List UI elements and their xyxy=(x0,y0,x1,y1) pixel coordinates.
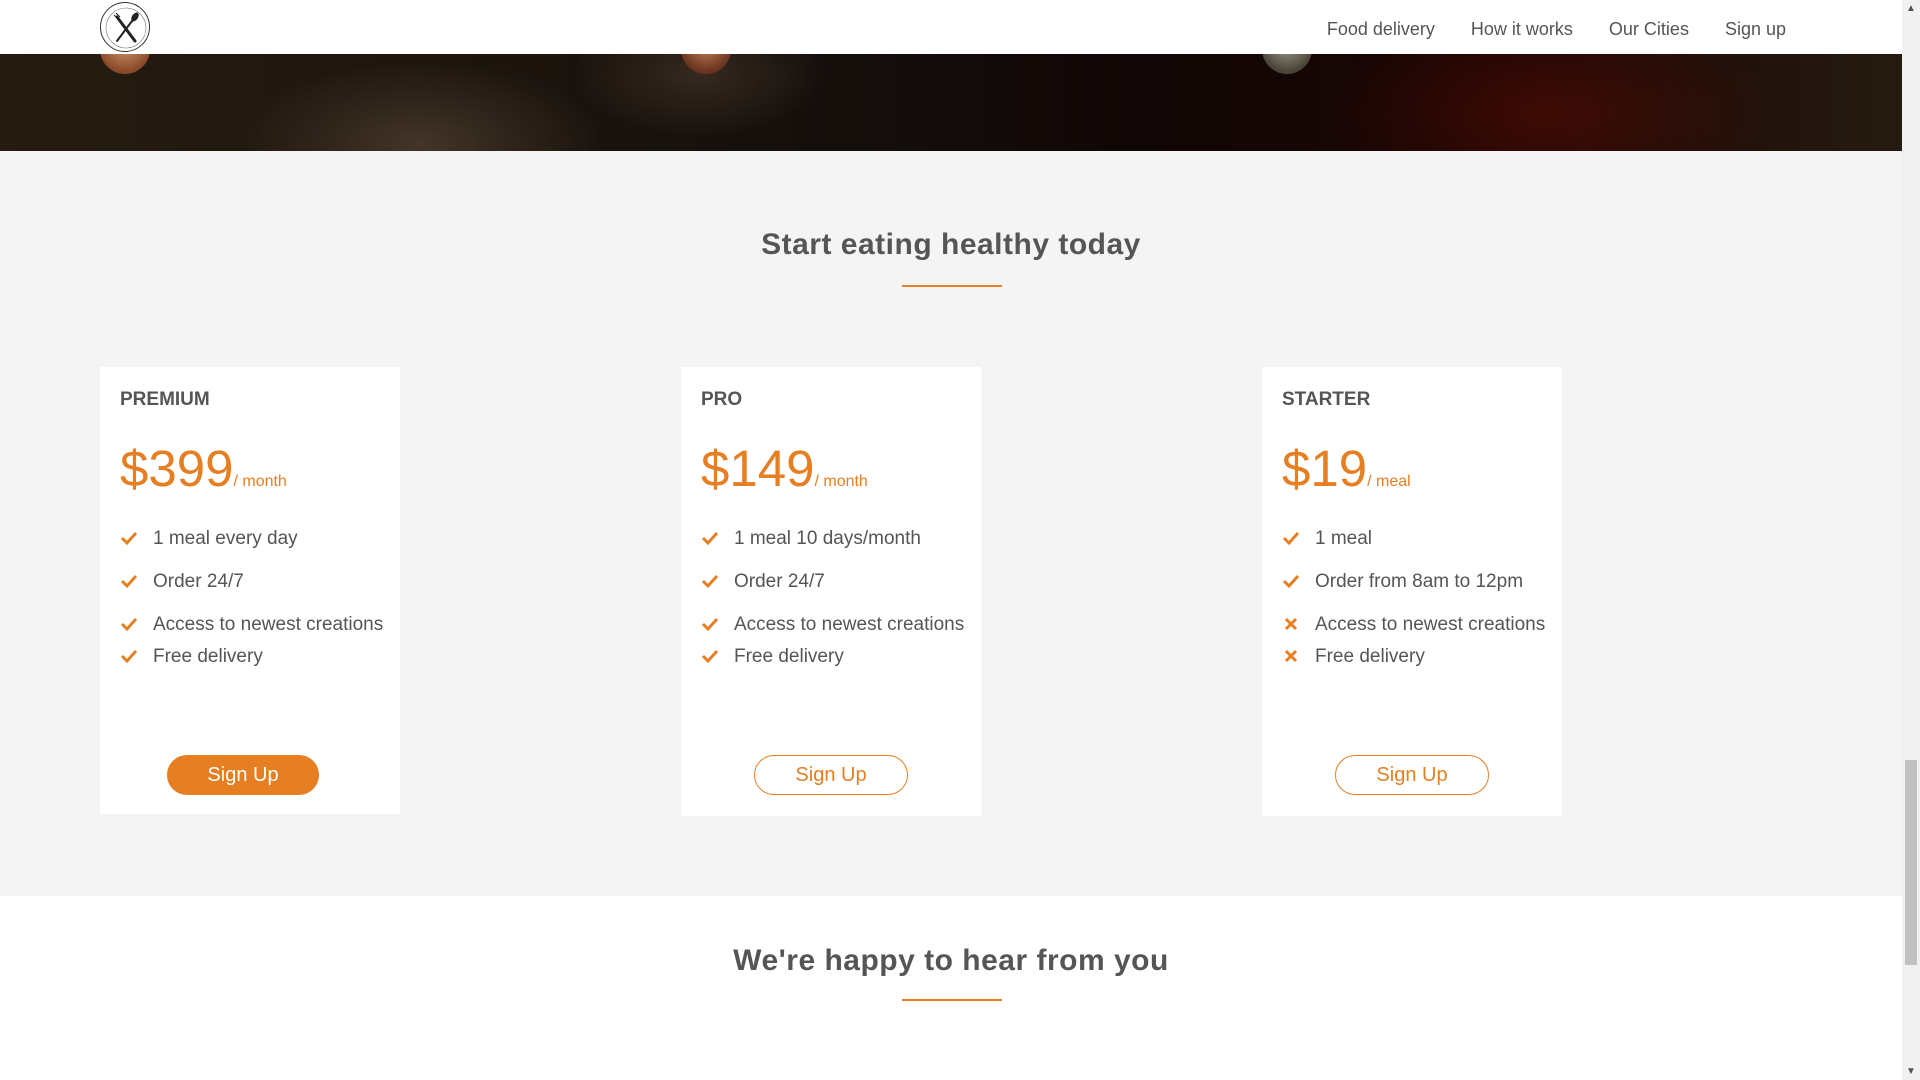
plan-feature-list: 1 meal every day Order 24/7 Access to ne… xyxy=(120,527,390,688)
plan-feature-text: Order from 8am to 12pm xyxy=(1315,571,1524,592)
checkmark-icon xyxy=(701,649,719,664)
cross-icon xyxy=(1284,649,1298,663)
plan-feature: Free delivery xyxy=(120,645,390,668)
plan-feature: Access to newest creations xyxy=(1282,613,1552,636)
checkmark-icon xyxy=(1282,574,1300,589)
plan-feature-text: Access to newest creations xyxy=(1315,614,1546,635)
plan-feature: Access to newest creations xyxy=(701,613,971,636)
starter-sign-up-button[interactable]: Sign Up xyxy=(1335,755,1489,795)
checkmark-icon xyxy=(120,617,138,632)
nav-link-food-delivery[interactable]: Food delivery xyxy=(1327,19,1435,40)
plan-price: $19/ meal xyxy=(1282,439,1411,498)
plan-feature: 1 meal every day xyxy=(120,527,390,550)
nav-link-our-cities[interactable]: Our Cities xyxy=(1609,19,1689,40)
plan-name: PRO xyxy=(701,389,743,410)
checkmark-icon xyxy=(120,531,138,546)
plan-feature-list: 1 meal Order from 8am to 12pm Access to … xyxy=(1282,527,1552,688)
plan-feature: Order from 8am to 12pm xyxy=(1282,570,1552,593)
plan-feature: Access to newest creations xyxy=(120,613,390,636)
testimonials-background-image xyxy=(0,54,1902,151)
plan-feature: Order 24/7 xyxy=(701,570,971,593)
nav-link-how-it-works[interactable]: How it works xyxy=(1471,19,1573,40)
nav-link-sign-up[interactable]: Sign up xyxy=(1725,19,1786,40)
plan-feature-text: 1 meal xyxy=(1315,528,1373,549)
plan-feature: 1 meal 10 days/month xyxy=(701,527,971,550)
plan-feature-text: Order 24/7 xyxy=(734,571,825,592)
main-nav: Food delivery How it works Our Cities Si… xyxy=(1327,0,1786,58)
checkmark-icon xyxy=(1282,531,1300,546)
plan-feature-list: 1 meal 10 days/month Order 24/7 Access t… xyxy=(701,527,971,688)
contact-section-title: We're happy to hear from you xyxy=(733,944,1169,977)
title-underline xyxy=(902,285,1002,287)
plan-price-amount: $19 xyxy=(1282,440,1368,497)
plans-section-title: Start eating healthy today xyxy=(761,228,1141,261)
scroll-down-arrow-icon[interactable]: ▼ xyxy=(1902,1063,1920,1080)
plan-feature-text: Free delivery xyxy=(1315,646,1425,667)
fork-knife-logo-icon[interactable] xyxy=(100,2,150,52)
plan-card-premium: PREMIUM $399/ month 1 meal every day Ord… xyxy=(100,367,400,814)
plan-card-starter: STARTER $19/ meal 1 meal Order from 8am … xyxy=(1262,367,1562,816)
plan-feature-text: Access to newest creations xyxy=(153,614,384,635)
checkmark-icon xyxy=(701,574,719,589)
plan-card-pro: PRO $149/ month 1 meal 10 days/month Ord… xyxy=(681,367,981,816)
plan-price: $149/ month xyxy=(701,439,868,498)
plan-price-amount: $149 xyxy=(701,440,815,497)
plan-feature: Free delivery xyxy=(1282,645,1552,668)
plan-price-unit: / meal xyxy=(1367,473,1411,490)
plan-feature-text: 1 meal every day xyxy=(153,528,298,549)
plan-price-unit: / month xyxy=(233,473,287,490)
pro-sign-up-button[interactable]: Sign Up xyxy=(754,755,908,795)
plan-price-unit: / month xyxy=(814,473,868,490)
plan-feature: Order 24/7 xyxy=(120,570,390,593)
title-underline xyxy=(902,999,1002,1001)
contact-section: We're happy to hear from you xyxy=(0,896,1902,1080)
premium-sign-up-button[interactable]: Sign Up xyxy=(167,755,319,795)
top-nav: Food delivery How it works Our Cities Si… xyxy=(0,0,1902,54)
page-scrollbar[interactable]: ▲ ▼ xyxy=(1902,0,1920,1080)
scroll-up-arrow-icon[interactable]: ▲ xyxy=(1902,0,1920,17)
checkmark-icon xyxy=(701,531,719,546)
plan-feature-text: 1 meal 10 days/month xyxy=(734,528,921,549)
plan-feature-text: Order 24/7 xyxy=(153,571,244,592)
plan-name: PREMIUM xyxy=(120,389,210,410)
plan-feature: Free delivery xyxy=(701,645,971,668)
plan-feature: 1 meal xyxy=(1282,527,1552,550)
plans-section: Start eating healthy today PREMIUM $399/… xyxy=(0,151,1902,896)
checkmark-icon xyxy=(701,617,719,632)
scrollbar-thumb[interactable] xyxy=(1905,760,1917,965)
plan-feature-text: Free delivery xyxy=(153,646,263,667)
plan-price: $399/ month xyxy=(120,439,287,498)
plan-feature-text: Access to newest creations xyxy=(734,614,965,635)
plan-feature-text: Free delivery xyxy=(734,646,844,667)
plan-price-amount: $399 xyxy=(120,440,234,497)
checkmark-icon xyxy=(120,649,138,664)
plan-name: STARTER xyxy=(1282,389,1371,410)
checkmark-icon xyxy=(120,574,138,589)
hero-overlay xyxy=(0,54,1902,151)
cross-icon xyxy=(1284,617,1298,631)
